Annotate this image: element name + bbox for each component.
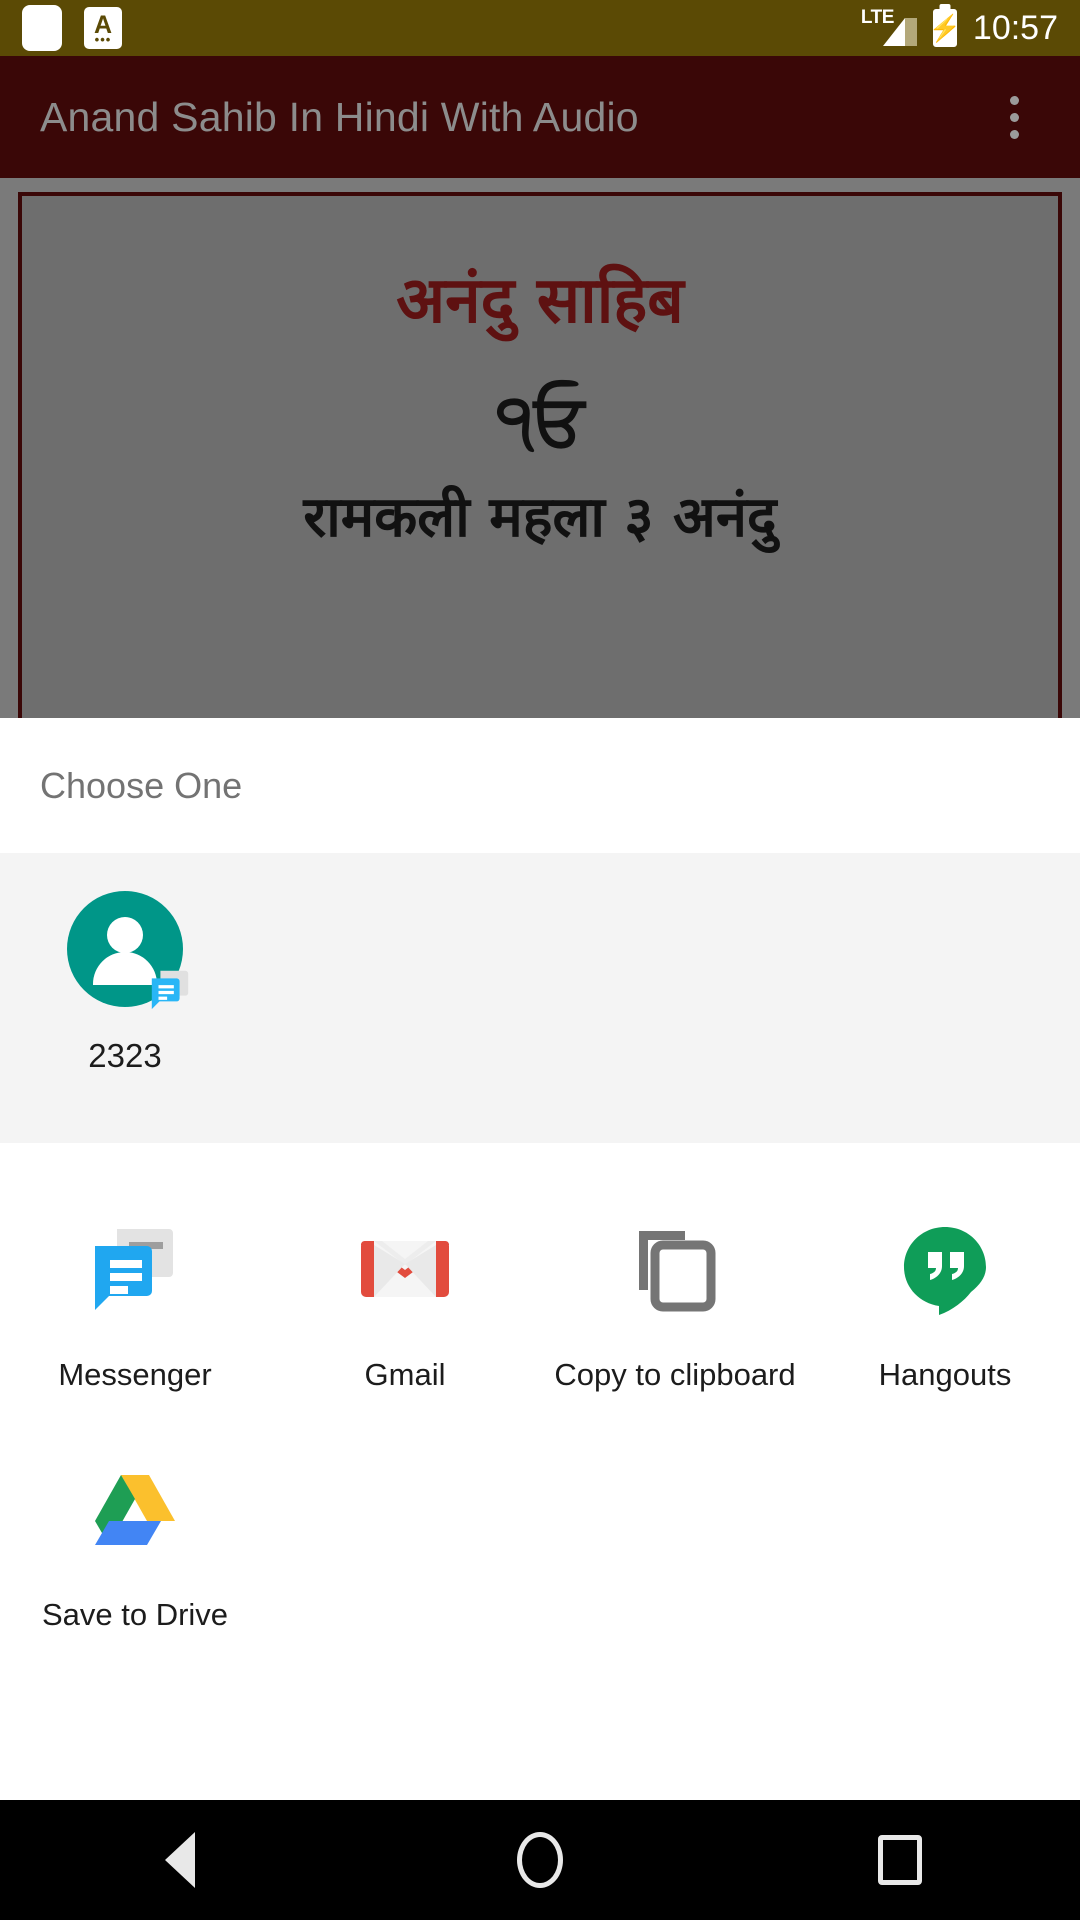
share-target-label: Hangouts xyxy=(878,1357,1012,1392)
messenger-badge-icon xyxy=(151,970,189,1010)
share-target-label: Gmail xyxy=(364,1357,446,1392)
messenger-icon xyxy=(81,1215,189,1323)
phone-screen: A ••• LTE ⚡ 10:57 Anand Sahib In Hindi W… xyxy=(0,0,1080,1920)
share-target-save-to-drive[interactable]: Save to Drive xyxy=(0,1393,270,1633)
share-sheet-title: Choose One xyxy=(40,765,243,806)
scripture-content: अनंदु साहिब ੧ਓ रामकली महला ३ अनंदु xyxy=(0,178,1080,723)
direct-share-label: 2323 xyxy=(88,1037,162,1074)
blank-notification-icon xyxy=(22,5,62,51)
assist-a-dots: ••• xyxy=(94,31,112,47)
overflow-menu-icon[interactable] xyxy=(988,87,1040,147)
share-sheet: Choose One 2323 Messenger Gmail Copy to … xyxy=(0,718,1080,1800)
share-target-label: Copy to clipboard xyxy=(554,1357,796,1392)
page-title: Anand Sahib In Hindi With Audio xyxy=(40,93,639,140)
share-target-label: Save to Drive xyxy=(41,1597,229,1632)
scripture-card: अनंदु साहिब ੧ਓ रामकली महला ३ अनंदु xyxy=(18,192,1062,723)
home-circle-icon xyxy=(517,1832,563,1888)
recents-square-icon xyxy=(878,1835,922,1885)
ik-onkar-symbol: ੧ਓ xyxy=(495,379,585,462)
google-drive-icon xyxy=(81,1455,189,1563)
status-bar: A ••• LTE ⚡ 10:57 xyxy=(0,0,1080,56)
overflow-dot xyxy=(1009,112,1019,122)
share-target-hangouts[interactable]: Hangouts xyxy=(810,1153,1080,1393)
back-triangle-icon xyxy=(165,1832,195,1888)
lte-signal-icon: LTE xyxy=(861,6,917,50)
nav-back-button[interactable] xyxy=(0,1832,360,1888)
copy-icon xyxy=(621,1215,729,1323)
share-target-grid: Messenger Gmail Copy to clipboard Hangou… xyxy=(0,1153,1080,1633)
signal-bars-filled xyxy=(882,18,905,46)
person-head-icon xyxy=(107,917,143,953)
battery-bolt-glyph: ⚡ xyxy=(928,13,962,43)
hangouts-icon xyxy=(891,1215,999,1323)
share-target-messenger[interactable]: Messenger xyxy=(0,1153,270,1393)
nav-recents-button[interactable] xyxy=(720,1835,1080,1885)
nav-home-button[interactable] xyxy=(360,1832,720,1888)
direct-share-row: 2323 xyxy=(0,853,1080,1143)
overflow-dot xyxy=(1009,129,1019,139)
avatar-wrap xyxy=(67,891,189,1010)
assist-a-icon: A ••• xyxy=(84,7,122,49)
share-target-copy-to-clipboard[interactable]: Copy to clipboard xyxy=(540,1153,810,1393)
scripture-subtitle: रामकली महला ३ अनंदु xyxy=(303,485,777,551)
signal-bars-empty xyxy=(904,18,917,46)
gmail-icon xyxy=(351,1215,459,1323)
navigation-bar xyxy=(0,1800,1080,1920)
scripture-title: अनंदु साहिब xyxy=(396,264,684,338)
status-bar-right-icons: LTE ⚡ 10:57 xyxy=(861,6,1058,50)
direct-share-target-2323[interactable]: 2323 xyxy=(0,891,250,1075)
battery-charging-icon: ⚡ xyxy=(928,9,962,47)
app-bar: Anand Sahib In Hindi With Audio xyxy=(0,56,1080,178)
share-target-label: Messenger xyxy=(58,1357,212,1392)
share-target-gmail[interactable]: Gmail xyxy=(270,1153,540,1393)
status-bar-clock: 10:57 xyxy=(972,8,1058,47)
status-bar-left-icons: A ••• xyxy=(22,5,122,51)
overflow-dot xyxy=(1009,95,1019,105)
